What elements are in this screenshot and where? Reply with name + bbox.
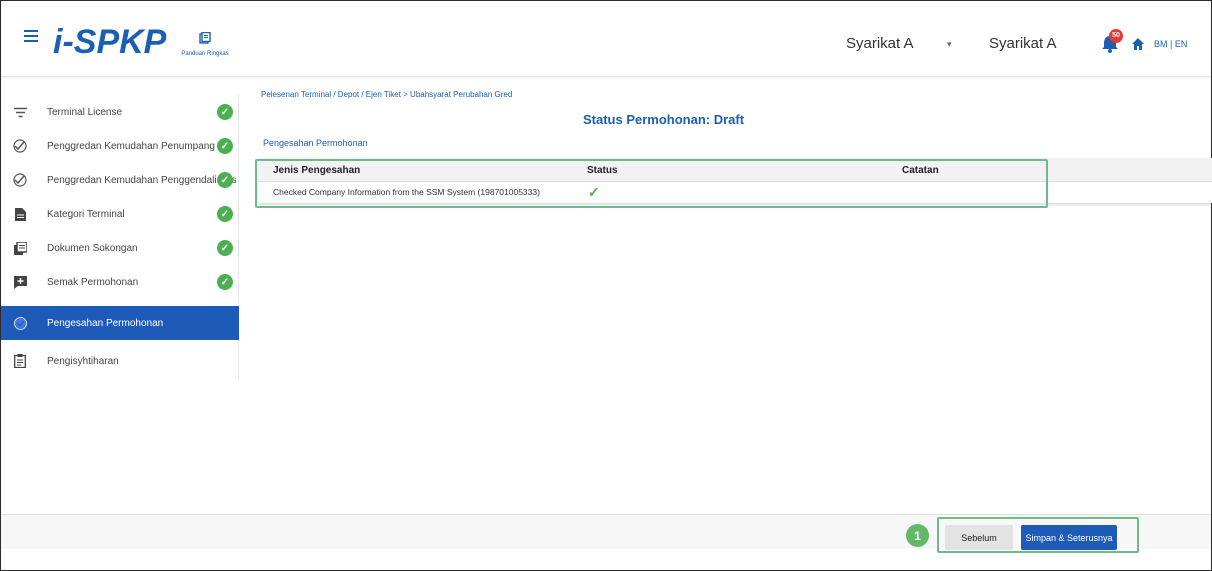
table-cell-jenis: Checked Company Information from the SSM…	[273, 187, 540, 197]
check-plus-icon	[13, 139, 27, 153]
sidebar-item-label: Terminal License	[47, 106, 123, 118]
sidebar-item-penggredan-bas[interactable]: Penggredan Kemudahan Penggendali Bas ✓	[1, 163, 239, 197]
document-icon	[13, 207, 27, 221]
sidebar-item-penggredan-penumpang[interactable]: Penggredan Kemudahan Penumpang ✓	[1, 129, 239, 163]
company-name-selector[interactable]: Syarikat A	[846, 35, 914, 52]
step-number-badge: 1	[906, 524, 929, 547]
check-circle-icon: ✓	[217, 104, 233, 120]
check-circle-icon: ✓	[217, 172, 233, 188]
page-title: Status Permohonan: Draft	[583, 112, 745, 127]
table-row: Checked Company Information from the SSM…	[258, 183, 1212, 203]
logo-text: i-SPKP	[53, 23, 167, 61]
quick-guide-link[interactable]: Panduan Ringkas	[175, 31, 235, 63]
check-plus-icon	[13, 173, 27, 187]
sidebar-item-kategori-terminal[interactable]: Kategori Terminal ✓	[1, 197, 239, 231]
check-circle-icon: ✓	[217, 240, 233, 256]
column-header-status: Status	[587, 165, 618, 176]
save-and-continue-button[interactable]: Simpan & Seterusnya	[1021, 525, 1117, 550]
check-circle-icon: ✓	[217, 138, 233, 154]
clipboard-icon	[13, 354, 27, 368]
check-circle-icon: ✓	[217, 274, 233, 290]
sidebar-item-semak-permohonan[interactable]: Semak Permohonan ✓	[1, 265, 239, 299]
language-switcher[interactable]: BM | EN	[1154, 39, 1187, 49]
review-icon	[13, 275, 27, 289]
sidebar-item-pengesahan-permohonan[interactable]: Pengesahan Permohonan	[1, 306, 239, 340]
quick-guide-label: Panduan Ringkas	[181, 51, 229, 57]
home-icon[interactable]	[1131, 37, 1145, 51]
column-header-jenis: Jenis Pengesahan	[273, 165, 361, 176]
section-title: Pengesahan Permohonan	[263, 138, 368, 148]
verification-table: Jenis Pengesahan Status Catatan Checked …	[258, 158, 1212, 203]
company-name-display: Syarikat A	[989, 35, 1057, 52]
top-header: i-SPKP Panduan Ringkas Syarikat A ▾ Syar…	[1, 1, 1211, 77]
sidebar-item-label: Kategori Terminal	[47, 208, 125, 220]
sidebar-item-label: Penggredan Kemudahan Penggendali Bas	[47, 174, 237, 186]
sidebar: Terminal License ✓ Penggredan Kemudahan …	[1, 95, 239, 379]
book-icon	[199, 31, 211, 44]
breadcrumb[interactable]: Pelesenan Terminal / Depot / Ejen Tiket …	[261, 90, 512, 99]
sidebar-item-pengisyhtiharan[interactable]: Pengisyhtiharan	[1, 344, 239, 378]
notification-count-badge: 50	[1109, 29, 1123, 43]
checkmark-icon: ✓	[588, 184, 600, 200]
sidebar-item-label: Semak Permohonan	[47, 276, 139, 288]
column-header-catatan: Catatan	[902, 165, 939, 176]
ispkp-logo: i-SPKP	[53, 23, 167, 61]
sidebar-item-terminal-license[interactable]: Terminal License ✓	[1, 95, 239, 129]
documents-icon	[13, 241, 27, 255]
table-header: Jenis Pengesahan Status Catatan	[258, 158, 1212, 182]
previous-button[interactable]: Sebelum	[945, 525, 1013, 550]
chevron-down-icon[interactable]: ▾	[947, 39, 952, 50]
check-circle-icon: ✓	[217, 206, 233, 222]
sidebar-item-label: Pengisyhtiharan	[47, 355, 119, 367]
sidebar-item-label: Dokumen Sokongan	[47, 242, 138, 254]
sidebar-item-label: Penggredan Kemudahan Penumpang	[47, 140, 215, 152]
filter-icon	[13, 105, 27, 119]
sidebar-item-dokumen-sokongan[interactable]: Dokumen Sokongan ✓	[1, 231, 239, 265]
hamburger-menu-icon[interactable]	[24, 30, 38, 42]
verify-icon	[13, 316, 27, 330]
sidebar-item-label: Pengesahan Permohonan	[47, 317, 164, 329]
